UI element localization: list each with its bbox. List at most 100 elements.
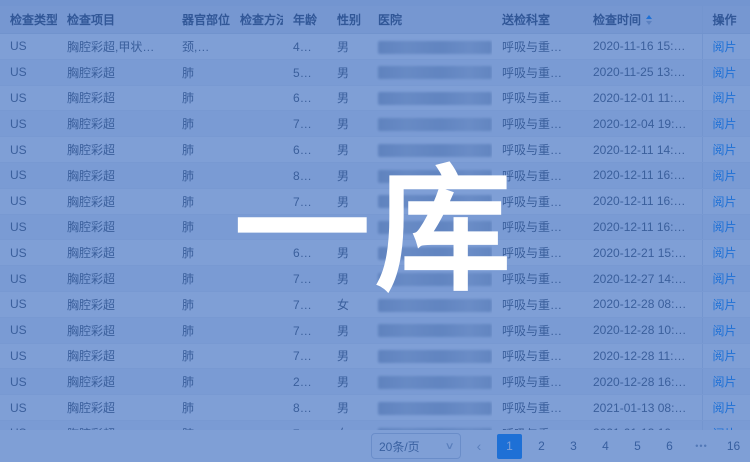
redacted-hospital-value	[378, 324, 492, 337]
cell-check-type: US	[0, 188, 57, 214]
cell-check-method	[230, 395, 283, 421]
cell-organ: 肺	[172, 343, 230, 369]
cell-organ: 肺	[172, 137, 230, 163]
cell-action: 阅片	[702, 162, 750, 188]
table-header: 检查类型 检查项目 器官部位 检查方法 年龄 性别 医院 送检科室 检查时间 操…	[0, 6, 750, 34]
chevron-down-icon: ∨	[444, 441, 454, 452]
page-button-6[interactable]: 6	[657, 434, 682, 459]
page-button-3[interactable]: 3	[561, 434, 586, 459]
table-row: US 胸腔彩超,甲状腺彩超 颈,甲状... 46岁 男 呼吸与重症医... 20…	[0, 34, 750, 60]
cell-check-item: 胸腔彩超	[57, 317, 172, 343]
table-row: US 胸腔彩超 肺 76岁 男 呼吸与重症医... 2020-12-27 14:…	[0, 266, 750, 292]
view-image-link[interactable]: 阅片	[713, 375, 737, 389]
cell-organ: 肺	[172, 59, 230, 85]
cell-check-method	[230, 369, 283, 395]
col-check-time[interactable]: 检查时间	[583, 6, 702, 34]
col-organ: 器官部位	[172, 6, 230, 34]
cell-department: 呼吸与重症医...	[492, 85, 583, 111]
redacted-hospital-value	[378, 195, 492, 208]
pagination-bar: 20条/页 ∨ ‹ 123456 ••• 16	[0, 430, 750, 462]
cell-organ: 肺	[172, 240, 230, 266]
view-image-link[interactable]: 阅片	[713, 220, 737, 234]
cell-department: 呼吸与重症医...	[492, 162, 583, 188]
page-button-16[interactable]: 16	[721, 434, 746, 459]
cell-action: 阅片	[702, 111, 750, 137]
redacted-hospital-value	[378, 221, 492, 234]
view-image-link[interactable]: 阅片	[713, 91, 737, 105]
cell-gender: 男	[327, 240, 368, 266]
cell-check-item: 胸腔彩超	[57, 137, 172, 163]
cell-hospital	[368, 137, 492, 163]
cell-department: 呼吸与重症医...	[492, 214, 583, 240]
page-button-4[interactable]: 4	[593, 434, 618, 459]
cell-check-time: 2020-12-11 16:50:25	[583, 214, 702, 240]
page-size-label: 20条/页	[379, 438, 420, 455]
cell-organ: 肺	[172, 85, 230, 111]
cell-check-item: 胸腔彩超	[57, 240, 172, 266]
cell-gender: 男	[327, 137, 368, 163]
cell-department: 呼吸与重症医...	[492, 188, 583, 214]
cell-age: 76岁	[283, 266, 327, 292]
table-row: US 胸腔彩超 肺 83岁 男 呼吸与重症医... 2020-12-11 16:…	[0, 162, 750, 188]
cell-department: 呼吸与重症医...	[492, 369, 583, 395]
cell-check-type: US	[0, 240, 57, 266]
cell-check-method	[230, 111, 283, 137]
cell-action: 阅片	[702, 369, 750, 395]
cell-gender: 女	[327, 214, 368, 240]
cell-check-type: US	[0, 266, 57, 292]
cell-organ: 肺	[172, 188, 230, 214]
view-image-link[interactable]: 阅片	[713, 169, 737, 183]
view-image-link[interactable]: 阅片	[713, 272, 737, 286]
cell-organ: 肺	[172, 317, 230, 343]
cell-check-item: 胸腔彩超	[57, 111, 172, 137]
cell-age: 60岁	[283, 240, 327, 266]
view-image-link[interactable]: 阅片	[713, 66, 737, 80]
table-row: US 胸腔彩超 肺 76岁 女 呼吸与重症医... 2020-12-11 16:…	[0, 214, 750, 240]
view-image-link[interactable]: 阅片	[713, 117, 737, 131]
cell-organ: 肺	[172, 111, 230, 137]
cell-action: 阅片	[702, 395, 750, 421]
cell-department: 呼吸与重症医...	[492, 343, 583, 369]
cell-action: 阅片	[702, 240, 750, 266]
view-image-link[interactable]: 阅片	[713, 40, 737, 54]
page-ellipsis[interactable]: •••	[689, 434, 714, 459]
redacted-hospital-value	[378, 350, 492, 363]
cell-check-method	[230, 343, 283, 369]
view-image-link[interactable]: 阅片	[713, 246, 737, 260]
cell-check-time: 2021-01-13 08:35:05	[583, 395, 702, 421]
page-button-2[interactable]: 2	[529, 434, 554, 459]
cell-check-item: 胸腔彩超	[57, 162, 172, 188]
view-image-link[interactable]: 阅片	[713, 401, 737, 415]
cell-check-item: 胸腔彩超	[57, 266, 172, 292]
cell-check-method	[230, 266, 283, 292]
view-image-link[interactable]: 阅片	[713, 349, 737, 363]
cell-hospital	[368, 111, 492, 137]
cell-hospital	[368, 395, 492, 421]
cell-check-item: 胸腔彩超	[57, 343, 172, 369]
cell-check-time: 2020-11-16 15:44:49	[583, 34, 702, 60]
view-image-link[interactable]: 阅片	[713, 324, 737, 338]
cell-department: 呼吸与重症医...	[492, 59, 583, 85]
cell-hospital	[368, 34, 492, 60]
cell-gender: 男	[327, 317, 368, 343]
cell-check-method	[230, 188, 283, 214]
view-image-link[interactable]: 阅片	[713, 298, 737, 312]
page-button-5[interactable]: 5	[625, 434, 650, 459]
view-image-link[interactable]: 阅片	[713, 143, 737, 157]
pagination-pages: 123456 ••• 16	[497, 434, 746, 459]
cell-action: 阅片	[702, 85, 750, 111]
col-check-type: 检查类型	[0, 6, 57, 34]
cell-action: 阅片	[702, 137, 750, 163]
view-image-link[interactable]: 阅片	[713, 195, 737, 209]
cell-check-type: US	[0, 162, 57, 188]
cell-check-item: 胸腔彩超	[57, 59, 172, 85]
cell-organ: 肺	[172, 266, 230, 292]
cell-organ: 肺	[172, 395, 230, 421]
cell-age: 61岁	[283, 85, 327, 111]
page-size-select[interactable]: 20条/页 ∨	[371, 433, 461, 459]
page-button-1[interactable]: 1	[497, 434, 522, 459]
cell-hospital	[368, 343, 492, 369]
cell-check-item: 胸腔彩超	[57, 369, 172, 395]
prev-page-button[interactable]: ‹	[468, 434, 490, 458]
table-row: US 胸腔彩超 肺 60岁 男 呼吸与重症医... 2020-12-21 15:…	[0, 240, 750, 266]
